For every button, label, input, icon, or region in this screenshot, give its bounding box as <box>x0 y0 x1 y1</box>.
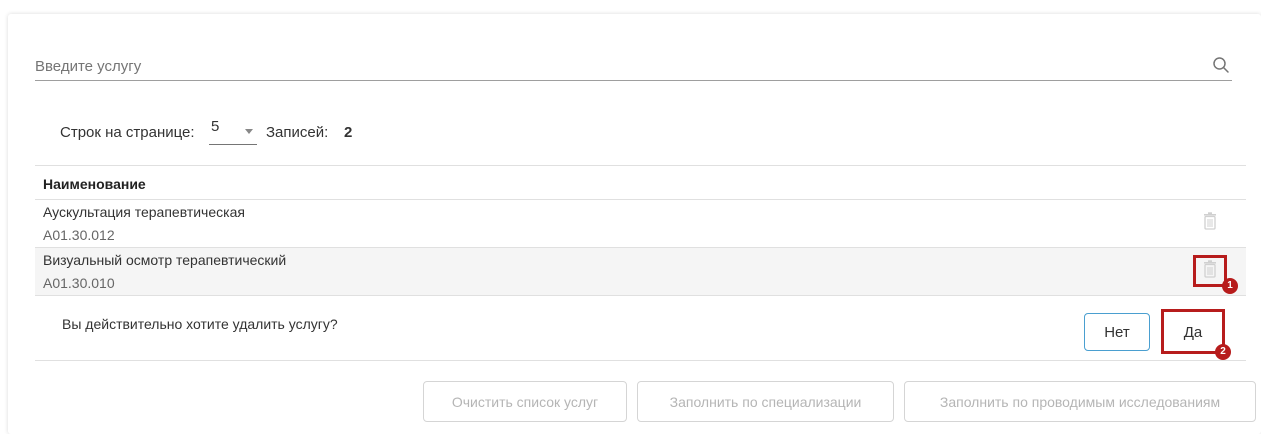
delete-confirm-question: Вы действительно хотите удалить услугу? <box>62 316 338 332</box>
service-code: A01.30.010 <box>43 275 115 291</box>
rows-per-page-label: Строк на странице: <box>60 124 195 141</box>
service-name: Визуальный осмотр терапевтический <box>43 252 287 268</box>
divider <box>35 165 1246 166</box>
column-header-name: Наименование <box>43 176 146 192</box>
trash-icon[interactable] <box>1202 212 1218 230</box>
table-row: Визуальный осмотр терапевтический A01.30… <box>35 248 1246 295</box>
rows-per-page-value: 5 <box>211 118 220 135</box>
step-badge-1: 1 <box>1222 278 1238 294</box>
fill-by-research-button[interactable]: Заполнить по проводимым исследованиям <box>904 381 1256 422</box>
search-icon[interactable] <box>1212 56 1230 74</box>
fill-by-specialization-button[interactable]: Заполнить по специализации <box>637 381 894 422</box>
records-label: Записей: <box>266 124 329 141</box>
chevron-down-icon <box>245 129 253 134</box>
divider <box>35 360 1246 361</box>
service-name: Аускультация терапевтическая <box>43 204 245 220</box>
no-button[interactable]: Нет <box>1084 313 1150 351</box>
clear-services-button[interactable]: Очистить список услуг <box>423 381 627 422</box>
search-input[interactable] <box>35 54 1195 78</box>
service-code: A01.30.012 <box>43 227 115 243</box>
records-count: 2 <box>344 124 353 141</box>
step-badge-2: 2 <box>1215 344 1231 360</box>
table-row: Аускультация терапевтическая A01.30.012 <box>35 200 1246 247</box>
divider <box>35 295 1246 296</box>
rows-per-page-select[interactable]: 5 <box>209 118 257 145</box>
service-search <box>35 50 1232 81</box>
